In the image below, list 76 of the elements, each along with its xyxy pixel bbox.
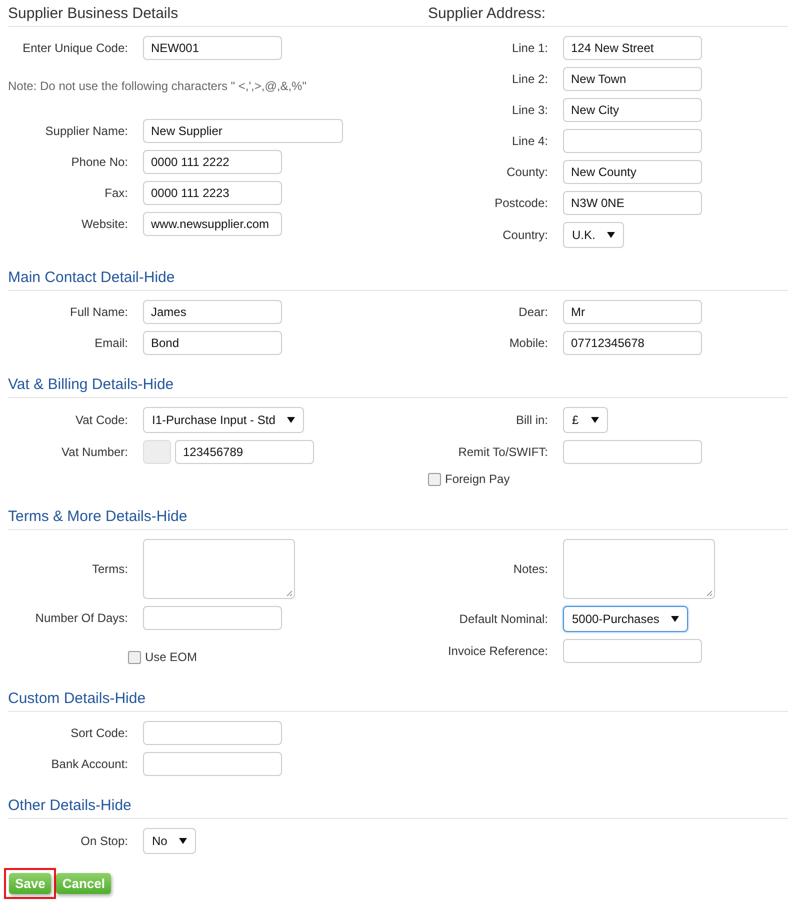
input-field[interactable]: 0000 111 2223 <box>143 181 282 205</box>
input-field[interactable]: 124 New Street <box>563 36 702 60</box>
input-field[interactable]: James <box>143 300 282 324</box>
input-field[interactable] <box>143 606 282 630</box>
field-label: Bill in: <box>514 413 548 427</box>
input-field[interactable]: New Supplier <box>143 119 343 143</box>
input-field[interactable]: New City <box>563 98 702 122</box>
caret-icon <box>607 231 616 239</box>
field-label: Country: <box>502 228 548 242</box>
input-field[interactable]: www.newsupplier.com <box>143 212 282 236</box>
field-label: Website: <box>80 217 128 231</box>
caret-icon <box>590 416 599 424</box>
field-label: Vat Code: <box>74 413 128 427</box>
resize-grip-icon[interactable] <box>705 589 713 597</box>
field-label: Default Nominal: <box>458 612 548 626</box>
input-field[interactable]: 123456789 <box>175 440 314 464</box>
input-field[interactable] <box>563 440 702 464</box>
field-label: Invoice Reference: <box>446 644 548 658</box>
dropdown[interactable]: I1-Purchase Input - Std <box>143 407 304 433</box>
checkbox[interactable] <box>128 650 141 664</box>
field-label: Bank Account: <box>50 757 128 771</box>
input-field[interactable] <box>143 721 282 745</box>
field-label: Supplier Name: <box>44 124 128 138</box>
section-toggle-link[interactable]: Custom Details-Hide <box>8 689 146 708</box>
text-area[interactable] <box>563 539 715 599</box>
caret-icon <box>179 837 188 845</box>
resize-grip-icon[interactable] <box>285 589 293 597</box>
input-field[interactable]: 0000 111 2222 <box>143 150 282 174</box>
dropdown[interactable]: U.K. <box>563 222 624 248</box>
section-toggle-link[interactable]: Terms & More Details-Hide <box>8 507 188 526</box>
field-label: Vat Number: <box>60 445 128 459</box>
section-toggle-link[interactable]: Vat & Billing Details-Hide <box>8 375 174 394</box>
field-label: Line 1: <box>510 41 548 55</box>
field-label: Notes: <box>512 562 548 576</box>
checkbox-label: Foreign Pay <box>445 472 510 486</box>
field-label: Terms: <box>91 562 128 576</box>
field-label: Fax: <box>104 186 128 200</box>
section-toggle-link[interactable]: Other Details-Hide <box>8 796 132 815</box>
dropdown[interactable]: No <box>143 828 196 854</box>
field-label: Postcode: <box>494 196 548 210</box>
field-label: Sort Code: <box>70 726 128 740</box>
field-label: County: <box>506 165 548 179</box>
input-field[interactable] <box>563 639 702 663</box>
checkbox[interactable] <box>428 472 441 486</box>
prefix-box[interactable] <box>143 440 171 464</box>
field-label: Email: <box>94 336 128 350</box>
field-label: Full Name: <box>68 305 128 319</box>
input-field[interactable]: N3W 0NE <box>563 191 702 215</box>
field-label: Line 3: <box>510 103 548 117</box>
field-label: Phone No: <box>70 155 128 169</box>
input-field[interactable]: New County <box>563 160 702 184</box>
checkbox-label: Use EOM <box>145 650 198 664</box>
input-field[interactable]: 07712345678 <box>563 331 702 355</box>
input-field[interactable] <box>143 752 282 776</box>
field-label: Line 2: <box>510 72 548 86</box>
caret-icon <box>671 615 680 623</box>
input-field[interactable]: Bond <box>143 331 282 355</box>
field-label: Line 4: <box>510 134 548 148</box>
field-label: On Stop: <box>80 834 128 848</box>
caret-icon <box>287 416 296 424</box>
input-field[interactable] <box>563 129 702 153</box>
field-label: Enter Unique Code: <box>22 41 128 55</box>
field-label: Number Of Days: <box>34 611 128 625</box>
note-text: Note: Do not use the following characters " <,',>,@,&,%" <box>8 79 306 93</box>
section-title: Supplier Business Details <box>8 5 178 22</box>
dropdown[interactable]: 5000-Purchases <box>563 606 688 632</box>
field-label: Dear: <box>518 305 548 319</box>
section-toggle-link[interactable]: Main Contact Detail-Hide <box>8 268 175 287</box>
section-title: Supplier Address: <box>428 5 546 22</box>
field-label: Remit To/SWIFT: <box>457 445 548 459</box>
text-area[interactable] <box>143 539 295 599</box>
input-field[interactable]: NEW001 <box>143 36 282 60</box>
dropdown[interactable]: £ <box>563 407 608 433</box>
input-field[interactable]: New Town <box>563 67 702 91</box>
field-label: Mobile: <box>508 336 548 350</box>
input-field[interactable]: Mr <box>563 300 702 324</box>
